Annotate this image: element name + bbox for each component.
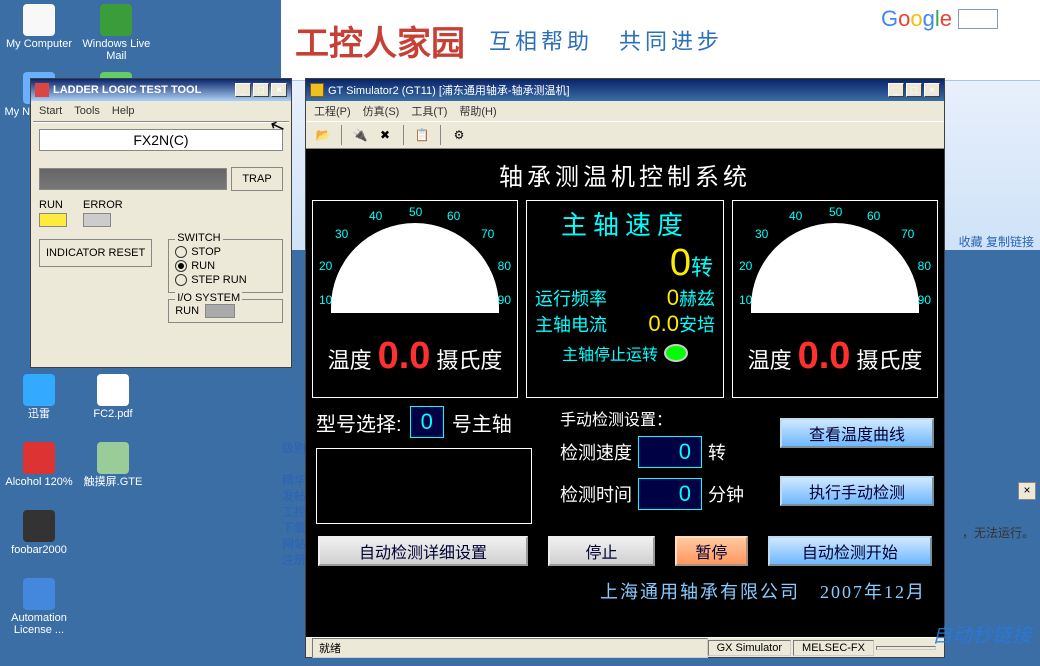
icon-xunlei[interactable]: 迅雷 (4, 374, 74, 440)
menu-project[interactable]: 工程(P) (314, 103, 351, 119)
right-temp-panel: 10 20 30 40 50 60 70 80 90 温度 0.0 (732, 200, 938, 398)
trap-button[interactable]: TRAP (231, 167, 283, 191)
ladder-menubar: Start Tools Help (31, 101, 291, 121)
stop-button[interactable]: 停止 (548, 536, 655, 566)
close-button[interactable]: × (1018, 482, 1036, 500)
status-led (664, 344, 688, 362)
sim-window: GT Simulator2 (GT11) [浦东通用轴承-轴承测温机] _ □ … (305, 78, 945, 658)
info-box (316, 448, 532, 524)
speed-title: 主轴速度 (531, 205, 719, 242)
switch-run[interactable]: RUN (175, 260, 276, 272)
system-title: 轴承测温机控制系统 (306, 149, 944, 200)
partial-text: ，无法运行。 (962, 524, 1034, 541)
menu-help[interactable]: Help (112, 105, 135, 117)
sim-statusbar: 就绪 GX Simulator MELSEC-FX (306, 637, 944, 657)
settings-icon[interactable]: ⚙ (448, 124, 470, 146)
sim-close-button[interactable]: × (924, 83, 940, 97)
left-temp-value: 0.0 (378, 335, 431, 378)
icon-foobar[interactable]: foobar2000 (4, 510, 74, 576)
manual-header: 手动检测设置： (560, 406, 760, 430)
left-gauge: 10 20 30 40 50 60 70 80 90 (317, 205, 513, 325)
switch-step[interactable]: STEP RUN (175, 274, 276, 286)
sim-menubar: 工程(P) 仿真(S) 工具(T) 帮助(H) (306, 101, 944, 121)
icon-license[interactable]: Automation License ... (4, 578, 74, 644)
auto-detail-button[interactable]: 自动检测详细设置 (318, 536, 528, 566)
model-field[interactable]: 0 (410, 406, 444, 438)
device-name: FX2N(C) (39, 129, 283, 151)
connect-icon[interactable]: 🔌 (349, 124, 371, 146)
desktop-icons: My Computer Windows Live Mail (4, 4, 155, 70)
speed-value: 0 (670, 242, 691, 285)
sim-title: GT Simulator2 (GT11) [浦东通用轴承-轴承测温机] (328, 82, 570, 98)
icon-gte[interactable]: 触摸屏.GTE (78, 442, 148, 508)
switch-group: SWITCH STOP RUN STEP RUN (168, 239, 283, 293)
spindle-status: 主轴停止运转 (562, 341, 658, 365)
io-legend: I/O SYSTEM (175, 292, 242, 304)
disconnect-icon[interactable]: ✖ (374, 124, 396, 146)
status-sim: GX Simulator (708, 640, 791, 656)
app-icon (35, 83, 49, 97)
close-window-button[interactable]: × (271, 83, 287, 97)
view-curve-button[interactable]: 查看温度曲线 (780, 418, 934, 448)
menu-start[interactable]: Start (39, 105, 62, 117)
tagline: 互相帮助 共同进步 (489, 24, 723, 56)
sim-app-icon (310, 83, 324, 97)
icon-pdf[interactable]: FC2.pdf (78, 374, 148, 440)
google-logo: Google (881, 6, 952, 32)
error-lamp: ERROR (83, 199, 123, 227)
strip-links[interactable]: 收藏 复制链接 (959, 233, 1034, 250)
option-icon[interactable]: 📋 (411, 124, 433, 146)
switch-stop[interactable]: STOP (175, 246, 276, 258)
auto-start-button[interactable]: 自动检测开始 (768, 536, 932, 566)
site-title: 工控人家园 (295, 16, 465, 65)
right-temp-value: 0.0 (798, 335, 851, 378)
exec-manual-button[interactable]: 执行手动检测 (780, 476, 934, 506)
left-temp-panel: 10 20 30 40 50 60 70 80 90 温度 0.0 (312, 200, 518, 398)
sim-titlebar[interactable]: GT Simulator2 (GT11) [浦东通用轴承-轴承测温机] _ □ … (306, 79, 944, 101)
icon-my-computer[interactable]: My Computer (4, 4, 74, 70)
indicator-reset-button[interactable]: INDICATOR RESET (39, 239, 152, 267)
temp-label: 温度 (328, 343, 372, 375)
search-input[interactable] (958, 9, 998, 29)
ladder-titlebar[interactable]: LADDER LOGIC TEST TOOL _ □ × (31, 79, 291, 101)
run-lamp: RUN (39, 199, 67, 227)
current-value: 0.0 (648, 311, 679, 336)
trap-bar (39, 168, 227, 190)
freq-value: 0 (667, 285, 679, 310)
io-group: I/O SYSTEM RUN (168, 299, 283, 323)
icon-wlm[interactable]: Windows Live Mail (81, 4, 151, 70)
pause-button[interactable]: 暂停 (675, 536, 748, 566)
watermark: 自动秒链接 (932, 619, 1032, 648)
status-ready: 就绪 (312, 638, 708, 658)
switch-legend: SWITCH (175, 232, 222, 244)
google-box: Google (881, 6, 998, 32)
temp-unit: 摄氏度 (436, 343, 502, 375)
minimize-button[interactable]: _ (235, 83, 251, 97)
icon-alcohol[interactable]: Alcohol 120% (4, 442, 74, 508)
detect-speed-field[interactable]: 0 (638, 436, 702, 468)
open-icon[interactable]: 📂 (312, 124, 334, 146)
ladder-title: LADDER LOGIC TEST TOOL (53, 84, 201, 96)
status-plc: MELSEC-FX (793, 640, 874, 656)
hmi-screen: 轴承测温机控制系统 10 20 30 40 50 60 70 80 90 (306, 149, 944, 637)
sim-toolbar: 📂 🔌 ✖ 📋 ⚙ (306, 121, 944, 149)
company-footer: 上海通用轴承有限公司 2007年12月 (306, 574, 944, 612)
model-select-row: 型号选择: 0 号主轴 (316, 406, 540, 438)
io-run-label: RUN (175, 305, 199, 317)
detect-time-field[interactable]: 0 (638, 478, 702, 510)
menu-tools[interactable]: Tools (74, 105, 100, 117)
center-speed-panel: 主轴速度 0转 运行频率0赫兹 主轴电流0.0安培 主轴停止运转 (526, 200, 724, 398)
right-gauge: 10 20 30 40 50 60 70 80 90 (737, 205, 933, 325)
menu-tool[interactable]: 工具(T) (411, 103, 447, 119)
sim-minimize-button[interactable]: _ (888, 83, 904, 97)
menu-simulate[interactable]: 仿真(S) (363, 103, 400, 119)
io-lamp (205, 304, 235, 318)
maximize-button[interactable]: □ (253, 83, 269, 97)
menu-shelp[interactable]: 帮助(H) (459, 103, 496, 119)
sim-maximize-button[interactable]: □ (906, 83, 922, 97)
ladder-window: LADDER LOGIC TEST TOOL _ □ × Start Tools… (30, 78, 292, 368)
